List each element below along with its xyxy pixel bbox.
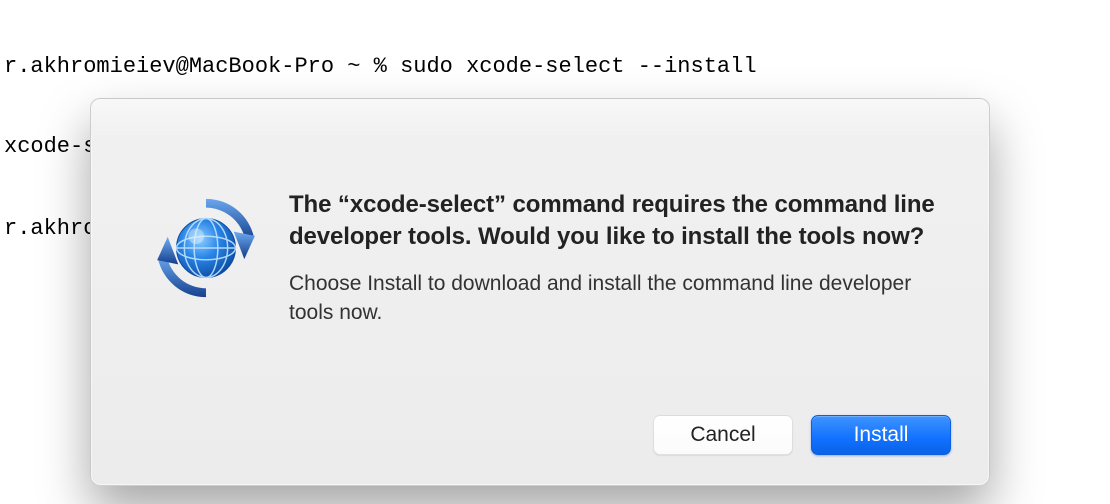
install-button[interactable]: Install: [811, 415, 951, 455]
dialog-icon-column: [131, 141, 281, 455]
terminal-line: r.akhromieiev@MacBook-Pro ~ % sudo xcode…: [4, 54, 1106, 81]
dialog-text-column: The “xcode-select” command requires the …: [281, 141, 949, 455]
dialog-button-row: Cancel Install: [653, 415, 951, 455]
cancel-button[interactable]: Cancel: [653, 415, 793, 455]
software-update-icon: [147, 189, 265, 312]
install-dialog: The “xcode-select” command requires the …: [90, 98, 990, 486]
dialog-title: The “xcode-select” command requires the …: [289, 189, 949, 252]
dialog-description: Choose Install to download and install t…: [289, 270, 949, 327]
